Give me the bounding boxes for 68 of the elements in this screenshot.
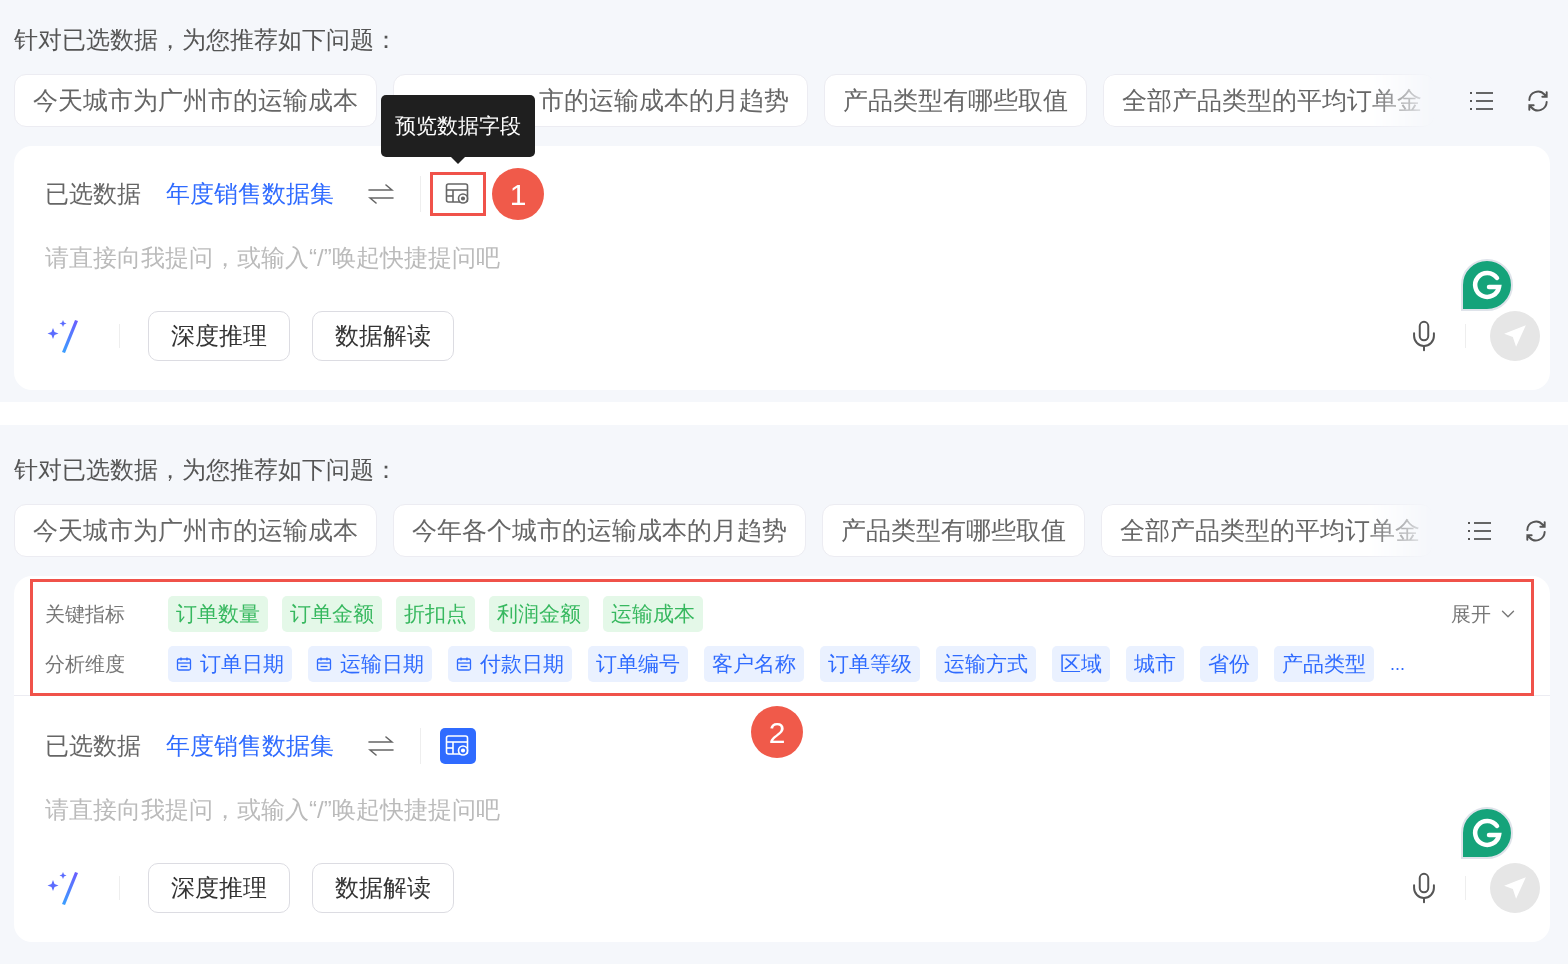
metric-tag[interactable]: 订单金额 — [282, 596, 382, 632]
dimension-tag[interactable]: 订单日期 — [168, 646, 292, 682]
metric-tag[interactable]: 利润金额 — [489, 596, 589, 632]
dimension-name: 客户名称 — [712, 651, 796, 678]
calendar-icon — [456, 656, 472, 672]
dimension-name: 城市 — [1134, 651, 1176, 678]
magic-wand-icon[interactable] — [45, 318, 79, 354]
suggestion-chip[interactable]: 今年各个城市的运输成本的月趋势 — [393, 504, 806, 557]
swap-icon[interactable] — [368, 184, 394, 204]
dimension-tag[interactable]: 城市 — [1126, 646, 1184, 682]
metric-tag[interactable]: 订单数量 — [168, 596, 268, 632]
refresh-icon[interactable] — [1525, 87, 1551, 114]
dimension-name: 省份 — [1208, 651, 1250, 678]
grammar-assistant-icon[interactable] — [1461, 259, 1513, 311]
dimension-name: 区域 — [1060, 651, 1102, 678]
dimension-name: 运输日期 — [340, 651, 424, 678]
action-button[interactable]: 深度推理 — [148, 863, 290, 913]
dimension-tag[interactable]: 付款日期 — [448, 646, 572, 682]
table-preview-icon — [445, 734, 471, 758]
dimension-tag[interactable]: 运输日期 — [308, 646, 432, 682]
dimension-name: 订单日期 — [200, 651, 284, 678]
more-indicator[interactable]: ... — [1390, 650, 1405, 678]
dimension-tag[interactable]: 区域 — [1052, 646, 1110, 682]
metrics-label: 关键指标 — [45, 602, 126, 627]
dimension-tag[interactable]: 产品类型 — [1274, 646, 1374, 682]
paper-plane-icon — [1502, 875, 1528, 901]
suggestion-chip[interactable]: 今天城市为广州市的运输成本 — [14, 504, 377, 557]
dimension-tag[interactable]: 运输方式 — [936, 646, 1036, 682]
dimension-tag[interactable]: 省份 — [1200, 646, 1258, 682]
prompt-title: 针对已选数据，为您推荐如下问题： — [14, 455, 398, 485]
dimension-tag[interactable]: 订单编号 — [588, 646, 688, 682]
action-button[interactable]: 数据解读 — [312, 863, 454, 913]
suggestion-chip[interactable]: 产品类型有哪些取值 — [824, 74, 1087, 127]
prompt-title: 针对已选数据，为您推荐如下问题： — [14, 25, 398, 55]
tooltip: 预览数据字段 — [381, 95, 535, 157]
selected-data-label: 已选数据 — [45, 731, 141, 761]
expand-button[interactable]: 展开 — [1451, 599, 1519, 629]
dimension-name: 订单编号 — [596, 651, 680, 678]
calendar-icon — [316, 656, 332, 672]
dimension-name: 订单等级 — [828, 651, 912, 678]
paper-plane-icon — [1502, 323, 1528, 349]
selected-data-label: 已选数据 — [45, 179, 141, 209]
dataset-link[interactable]: 年度销售数据集 — [166, 728, 334, 764]
list-icon[interactable] — [1467, 519, 1493, 542]
callout-badge: 1 — [492, 168, 544, 220]
table-preview-icon — [445, 182, 471, 206]
action-button[interactable]: 深度推理 — [148, 311, 290, 361]
suggestion-chip[interactable]: 产品类型有哪些取值 — [822, 504, 1085, 557]
callout-badge: 2 — [751, 706, 803, 758]
dimension-tag[interactable]: 订单等级 — [820, 646, 920, 682]
tooltip-pointer — [451, 157, 465, 164]
preview-fields-button[interactable] — [440, 728, 476, 764]
dimension-name: 付款日期 — [480, 651, 564, 678]
dimension-name: 运输方式 — [944, 651, 1028, 678]
metric-tag[interactable]: 折扣点 — [396, 596, 475, 632]
list-icon[interactable] — [1469, 89, 1495, 112]
swap-icon[interactable] — [368, 736, 394, 756]
action-button[interactable]: 数据解读 — [312, 311, 454, 361]
calendar-icon — [176, 656, 192, 672]
metric-tag[interactable]: 运输成本 — [603, 596, 703, 632]
dimension-tag[interactable]: 客户名称 — [704, 646, 804, 682]
dimensions-label: 分析维度 — [45, 652, 126, 677]
magic-wand-icon[interactable] — [45, 870, 79, 906]
dataset-link[interactable]: 年度销售数据集 — [166, 176, 334, 212]
suggestion-chip[interactable]: 今天城市为广州市的运输成本 — [14, 74, 377, 127]
dimension-name: 产品类型 — [1282, 651, 1366, 678]
grammar-assistant-icon[interactable] — [1461, 807, 1513, 859]
refresh-icon[interactable] — [1523, 517, 1549, 544]
